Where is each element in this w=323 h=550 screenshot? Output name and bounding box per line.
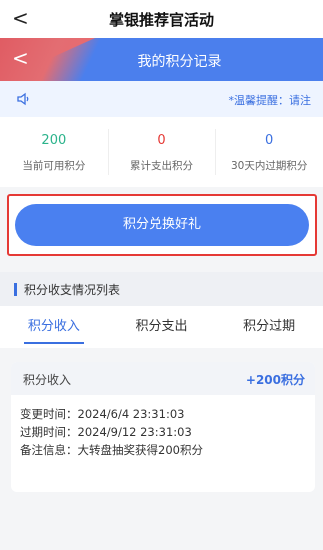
speaker-icon	[17, 92, 29, 106]
redeem-gifts-button[interactable]: 积分兑换好礼	[15, 204, 309, 246]
notice-bar[interactable]: *温馨提醒：请注	[0, 81, 323, 117]
stat-available: 200 当前可用积分	[0, 117, 108, 187]
record-change-time: 变更时间：2024/6/4 23:31:03	[20, 407, 185, 421]
list-item: 积分收入 +200积分 变更时间：2024/6/4 23:31:03 过期时间：…	[11, 362, 315, 492]
stat-expiring-label: 30天内过期积分	[230, 160, 308, 172]
stat-expiring-value: 0	[265, 133, 274, 148]
tab-expense[interactable]: 积分支出	[108, 306, 216, 348]
record-header: 积分收入 +200积分	[11, 362, 315, 395]
banner-title: 我的积分记录	[137, 54, 222, 70]
record-note: 备注信息：大转盘抽奖获得200积分	[20, 443, 203, 457]
points-summary: 200 当前可用积分 0 累计支出积分 0 30天内过期积分	[0, 117, 323, 187]
record-details: 变更时间：2024/6/4 23:31:03 过期时间：2024/9/12 23…	[11, 395, 315, 459]
section-title: 积分收支情况列表	[24, 283, 121, 297]
section-marker	[14, 283, 17, 296]
section-header: 积分收支情况列表	[0, 272, 323, 306]
stat-spent-label: 累计支出积分	[130, 160, 193, 172]
record-tabs: 积分收入 积分支出 积分过期	[0, 306, 323, 348]
stat-spent: 0 累计支出积分	[107, 117, 216, 187]
header-banner: < 我的积分记录	[0, 38, 323, 81]
top-navigation-bar: < 掌银推荐官活动	[0, 0, 323, 38]
stat-spent-value: 0	[157, 133, 166, 148]
tab-expired[interactable]: 积分过期	[215, 306, 323, 348]
stat-expiring: 0 30天内过期积分	[215, 117, 323, 187]
record-expire-time: 过期时间：2024/9/12 23:31:03	[20, 425, 192, 439]
page-title: 掌银推荐官活动	[108, 11, 214, 29]
redeem-highlight-frame: 积分兑换好礼	[7, 194, 317, 256]
record-list: 积分收入 +200积分 变更时间：2024/6/4 23:31:03 过期时间：…	[0, 348, 323, 550]
tab-income[interactable]: 积分收入	[0, 306, 108, 348]
notice-text: *温馨提醒：请注	[228, 94, 312, 107]
record-amount: +200积分	[245, 373, 305, 387]
record-type: 积分收入	[23, 373, 72, 387]
stat-available-value: 200	[41, 133, 67, 148]
stat-available-label: 当前可用积分	[22, 160, 86, 172]
